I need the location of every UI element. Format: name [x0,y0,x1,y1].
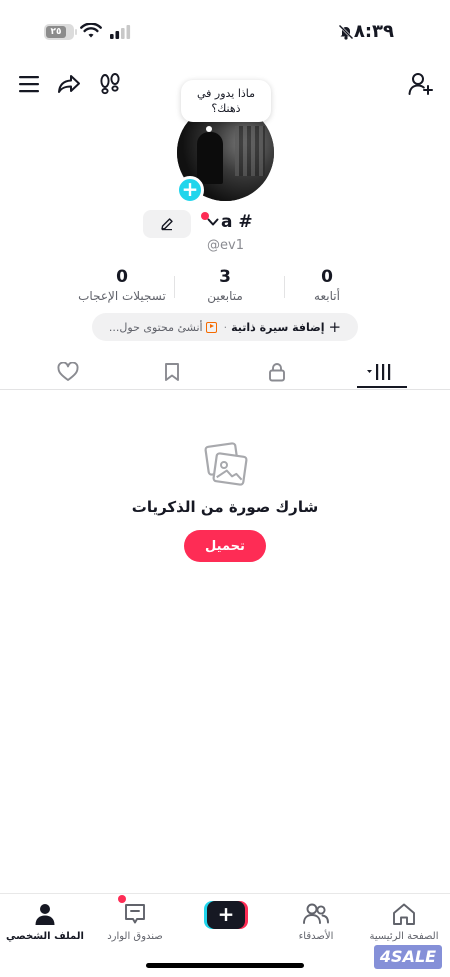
add-bio-button[interactable]: + إضافة سيرة ذاتية · أنشئ محتوى حول... [92,313,358,341]
tab-private[interactable] [251,356,303,388]
signal-icon [110,25,131,39]
profile-name: a # [221,212,253,232]
stat-followers-value: 3 [219,267,231,287]
plus-icon: + [328,318,342,336]
create-button[interactable]: + [204,901,248,929]
stat-following[interactable]: 0 أتابعه [267,266,387,304]
profile-icon [35,904,55,925]
status-bar: ٢٥ ٨:٣٩ [0,0,450,62]
add-user-icon[interactable] [407,70,435,98]
footprints-icon[interactable] [96,70,124,98]
active-tab-indicator [357,386,407,388]
clock: ٨:٣٩ [353,21,394,42]
inbox-icon [125,904,145,924]
stat-likes-label: تسجيلات الإعجاب [78,289,166,303]
nav-profile[interactable]: الملف الشخصي [5,900,85,942]
tab-videos[interactable] [356,356,408,388]
stat-followers-label: متابعين [207,289,243,303]
watermark-logo: 4SALE [374,945,442,969]
inbox-notification-dot [118,895,126,903]
video-play-icon [205,321,217,333]
pencil-icon [161,218,173,231]
battery-icon: ٢٥ [44,24,77,40]
menu-icon[interactable] [15,70,43,98]
stat-followers[interactable]: 3 متابعين [165,266,285,304]
friends-icon [303,903,329,924]
stat-likes-value: 0 [116,267,128,287]
nav-profile-label: الملف الشخصي [6,931,84,942]
status-bubble-text: ماذا يدور في ذهنك؟ [196,87,256,115]
tab-saved[interactable] [146,356,198,388]
chevron-down-icon [207,218,219,226]
lock-icon [269,363,285,382]
bio-prompt: أنشئ محتوى حول... [108,320,203,334]
bio-add-label: إضافة سيرة ذاتية [231,320,325,334]
photos-icon [204,442,248,486]
stat-following-label: أتابعه [314,289,340,303]
profile-handle: @ev1 [207,238,244,253]
stat-likes[interactable]: 0 تسجيلات الإعجاب [62,266,182,304]
nav-home[interactable]: الصفحة الرئيسية [364,900,444,942]
stat-following-value: 0 [321,267,333,287]
bio-separator: · [223,320,228,334]
upload-button[interactable]: تحميل [184,530,266,562]
empty-state-title: شارك صورة من الذكريات [131,498,319,516]
edit-profile-button[interactable] [143,210,191,238]
nav-home-label: الصفحة الرئيسية [369,931,439,942]
bookmark-icon [165,363,179,381]
status-bubble[interactable]: ماذا يدور في ذهنك؟ [181,80,271,122]
wifi-icon [80,23,102,38]
videos-grid-icon [367,364,391,380]
nav-inbox-label: صندوق الوارد [107,931,163,942]
home-indicator [146,963,304,968]
tab-liked[interactable] [42,356,94,388]
nav-friends[interactable]: الأصدقاء [276,900,356,942]
heart-icon [57,362,79,381]
nav-inbox[interactable]: صندوق الوارد [95,900,175,942]
nav-friends-label: الأصدقاء [298,931,334,942]
profile-tabs [0,352,450,390]
bubble-tail [206,126,212,132]
bell-off-icon [338,24,354,40]
home-icon [393,903,415,925]
account-switcher[interactable]: a # [207,212,253,232]
add-photo-button[interactable]: + [176,176,204,204]
plus-icon: + [207,901,245,929]
battery-level: ٢٥ [46,26,66,38]
share-icon[interactable] [55,70,83,98]
